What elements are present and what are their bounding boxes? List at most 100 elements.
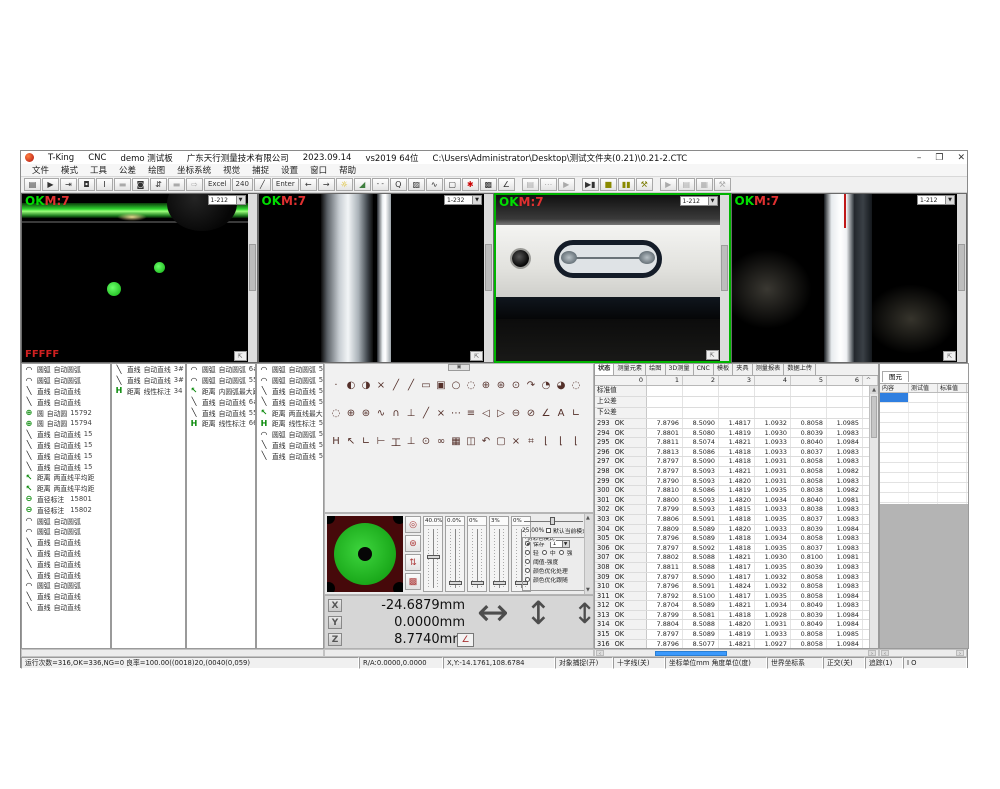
camera-range-dropdown[interactable]: 1-212▼	[680, 196, 718, 206]
list-item[interactable]: ⊖直径标注15802	[22, 504, 110, 515]
tool-icon[interactable]: ⌊	[539, 434, 553, 448]
scroll-right-icon[interactable]: ›	[956, 650, 964, 656]
tool-icon[interactable]: ×	[374, 378, 388, 392]
tool-icon[interactable]: ↶	[479, 434, 493, 448]
arrow-right-button[interactable]: →	[318, 178, 335, 191]
status-segment-8[interactable]: 追踪(1)	[865, 657, 903, 669]
menu-item[interactable]: 视觉	[218, 164, 245, 176]
radio-轻[interactable]	[525, 550, 530, 555]
ring-light-indicator[interactable]	[327, 516, 403, 592]
tool-icon[interactable]: ⌊	[569, 434, 583, 448]
list-item[interactable]: ◠圆弧自动圆弧55	[257, 375, 323, 386]
maximize-button[interactable]: ❐	[935, 153, 943, 163]
table-row[interactable]: 306OK7.87978.50921.48181.09350.80371.098…	[595, 544, 878, 554]
scroll-up-icon[interactable]: ^	[863, 376, 878, 385]
format-240-button[interactable]: 240	[232, 178, 253, 191]
tool-icon[interactable]: ⊕	[479, 378, 493, 392]
list-item[interactable]: ╲直线自动直线	[22, 548, 110, 559]
detail-row[interactable]	[880, 493, 968, 503]
tool-icon[interactable]: ·	[329, 378, 343, 392]
table-row[interactable]: 302OK7.87998.50931.48151.09330.80381.098…	[595, 505, 878, 515]
tool-icon[interactable]: ⊘	[524, 406, 538, 420]
tool-icon[interactable]: ◌	[569, 378, 583, 392]
channel-slider-1[interactable]: 40.0%	[423, 516, 443, 592]
detail-row[interactable]	[880, 393, 968, 403]
tool-icon[interactable]: ∟	[569, 406, 583, 420]
scroll-left-icon[interactable]: ‹	[596, 650, 604, 656]
tool-icon[interactable]: ×	[509, 434, 523, 448]
detail-row[interactable]	[880, 473, 968, 483]
camera-panel-1[interactable]: OKM:7 FFFFF 1-212▼ ⇱	[21, 193, 258, 363]
slider-thumb[interactable]	[493, 581, 506, 585]
list-item[interactable]: ╲直线自动直线55	[257, 440, 323, 451]
table-row[interactable]: 313OK7.87998.50811.48181.09280.80391.098…	[595, 611, 878, 621]
list-item[interactable]: ◠圆弧自动圆弧	[22, 515, 110, 526]
save-report-button[interactable]: ▤	[522, 178, 539, 191]
tool-icon[interactable]: ◌	[329, 406, 343, 420]
enter-button[interactable]: Enter	[272, 178, 299, 191]
tool-icon[interactable]: ×	[434, 406, 448, 420]
xy-jog-arrows-icon[interactable]: ↔	[477, 590, 509, 634]
run-button[interactable]: ▶	[558, 178, 575, 191]
channel-slider-4[interactable]: 3%	[489, 516, 509, 592]
tool-icon[interactable]: ◐	[344, 378, 358, 392]
step-button[interactable]: ⇨	[186, 178, 203, 191]
list-item[interactable]: ◠圆弧自动圆弧	[22, 364, 110, 375]
slider-thumb[interactable]	[449, 581, 462, 585]
shield-button[interactable]: ◘	[78, 178, 95, 191]
table-row[interactable]: 311OK7.87928.51001.48171.09350.80581.098…	[595, 592, 878, 602]
chevron-down-icon[interactable]: ▼	[708, 197, 717, 205]
table-row[interactable]: 315OK7.87978.50891.48191.09330.80581.098…	[595, 630, 878, 640]
tool-icon[interactable]: ∠	[539, 406, 553, 420]
tool-icon[interactable]: ▦	[449, 434, 463, 448]
detail-row[interactable]	[880, 443, 968, 453]
radio-中[interactable]	[542, 550, 547, 555]
tool-icon[interactable]: ⋯	[449, 406, 463, 420]
menu-item[interactable]: 捕捉	[247, 164, 274, 176]
list-item[interactable]: ◠圆弧自动圆弧	[22, 580, 110, 591]
status-segment-4[interactable]: 十字线(关)	[613, 657, 665, 669]
tab-3D测量[interactable]: 3D测量	[666, 364, 694, 375]
radio-颜色优化处理[interactable]	[525, 568, 530, 573]
detail-row[interactable]	[880, 403, 968, 413]
stop-button[interactable]: ■	[600, 178, 617, 191]
tool-icon[interactable]: ◫	[464, 434, 478, 448]
table-row[interactable]: 298OK7.87978.50931.48211.09310.80581.098…	[595, 467, 878, 477]
list-item[interactable]: ◠圆弧自动圆弧6#	[187, 364, 255, 375]
tool-icon[interactable]: H	[329, 434, 343, 448]
table-row[interactable]: 312OK7.87048.50891.48211.09340.80491.098…	[595, 601, 878, 611]
pen-button[interactable]: ╱	[254, 178, 271, 191]
tool-icon[interactable]: ⊕	[344, 406, 358, 420]
tab-夹具[interactable]: 夹具	[733, 364, 752, 375]
hatch-button[interactable]: ▨	[408, 178, 425, 191]
tab-状态[interactable]: 状态	[595, 364, 614, 375]
tool-icon[interactable]: ⊛	[494, 378, 508, 392]
tab-模板[interactable]: 模板	[714, 364, 733, 375]
status-segment-9[interactable]: I O	[903, 657, 967, 669]
list-item[interactable]: ╲直线自动直线55	[257, 450, 323, 461]
list-item[interactable]: H距离线性标注55	[257, 418, 323, 429]
tool-icon[interactable]: ▢	[494, 434, 508, 448]
list-item[interactable]: ↖距离两直线平均距	[22, 472, 110, 483]
menu-item[interactable]: 文件	[27, 164, 54, 176]
default-mode-checkbox[interactable]	[546, 528, 551, 533]
scroll-thumb[interactable]	[655, 651, 727, 656]
camera-panel-2[interactable]: OKM:7 1-232▼ ⇱	[258, 193, 495, 363]
minimize-button[interactable]: –	[917, 153, 922, 163]
settings-scrollbar[interactable]: ▲▼	[584, 514, 593, 594]
chevron-down-icon[interactable]: ▼	[562, 541, 569, 547]
image-button[interactable]: ◢	[354, 178, 371, 191]
camera-scrollbar[interactable]	[720, 195, 729, 361]
list-item[interactable]: ╲直线自动直线55	[257, 386, 323, 397]
table-row[interactable]: 296OK7.88138.50861.48181.09330.80371.098…	[595, 448, 878, 458]
table-row[interactable]: 299OK7.87908.50931.48201.09310.80581.098…	[595, 477, 878, 487]
zoom-button[interactable]: Q	[390, 178, 407, 191]
table-row[interactable]: 293OK7.87968.50901.48171.09320.80581.098…	[595, 419, 878, 429]
radio-阈值-强度[interactable]	[525, 559, 530, 564]
table-hscrollbar[interactable]: ‹ ›	[594, 649, 879, 657]
run-to-end-button[interactable]: ▶▮	[582, 178, 599, 191]
tool-icon[interactable]: ╱	[389, 378, 403, 392]
detail-hscrollbar[interactable]: ‹ ›	[879, 649, 967, 657]
hammer-button[interactable]: ⚒	[714, 178, 731, 191]
status-segment-7[interactable]: 正交(关)	[823, 657, 865, 669]
